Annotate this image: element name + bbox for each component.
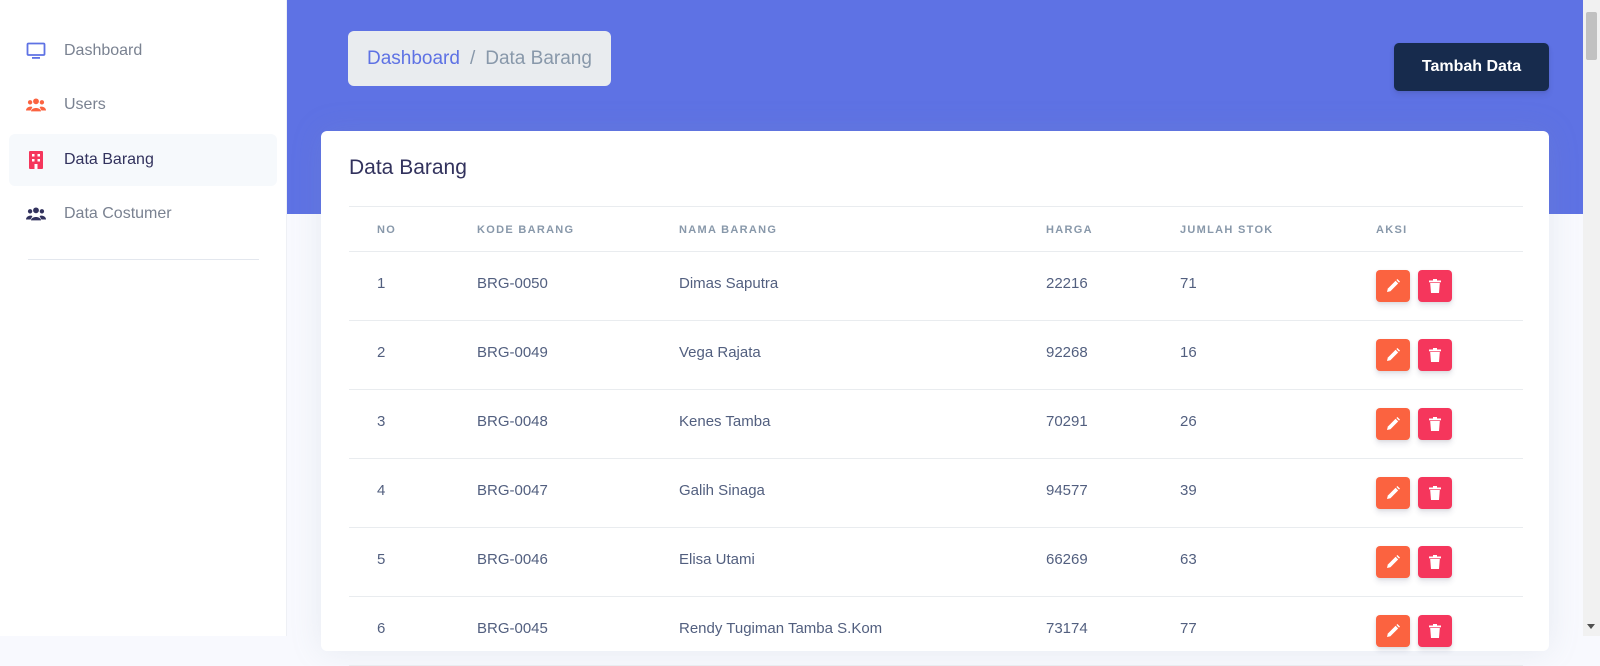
add-data-button[interactable]: Tambah Data [1394, 43, 1549, 91]
cell-no: 2 [377, 343, 386, 361]
table-header: NO KODE BARANG NAMA BARANG HARGA JUMLAH … [349, 206, 1523, 252]
sidebar-item-label: Data Costumer [64, 205, 172, 222]
edit-button[interactable] [1376, 546, 1410, 578]
cell-nama-barang: Vega Rajata [679, 343, 761, 361]
cell-no: 6 [377, 619, 386, 637]
pencil-icon [1386, 555, 1400, 569]
monitor-icon [26, 41, 46, 61]
cell-aksi [1376, 253, 1452, 319]
cell-jumlah-stok: 16 [1180, 343, 1197, 361]
table-row: 2 BRG-0049 Vega Rajata 92268 16 [349, 321, 1523, 390]
cell-harga: 66269 [1046, 550, 1088, 568]
cell-no: 5 [377, 550, 386, 568]
cell-kode-barang: BRG-0046 [477, 550, 548, 568]
column-header-jumlah-stok[interactable]: JUMLAH STOK [1180, 207, 1274, 253]
trash-icon [1429, 279, 1441, 293]
cell-aksi [1376, 598, 1452, 664]
cell-aksi [1376, 460, 1452, 526]
cell-kode-barang: BRG-0045 [477, 619, 548, 637]
delete-button[interactable] [1418, 408, 1452, 440]
cell-harga: 94577 [1046, 481, 1088, 499]
trash-icon [1429, 417, 1441, 431]
cell-nama-barang: Kenes Tamba [679, 412, 771, 430]
breadcrumb-home-link[interactable]: Dashboard [367, 48, 460, 70]
edit-button[interactable] [1376, 339, 1410, 371]
delete-button[interactable] [1418, 339, 1452, 371]
column-header-harga[interactable]: HARGA [1046, 207, 1093, 253]
cell-jumlah-stok: 77 [1180, 619, 1197, 637]
trash-icon [1429, 486, 1441, 500]
edit-button[interactable] [1376, 408, 1410, 440]
cell-jumlah-stok: 26 [1180, 412, 1197, 430]
column-header-no[interactable]: NO [377, 207, 396, 253]
cell-jumlah-stok: 71 [1180, 274, 1197, 292]
table-row: 6 BRG-0045 Rendy Tugiman Tamba S.Kom 73174 7… [349, 597, 1523, 666]
edit-button[interactable] [1376, 270, 1410, 302]
data-card: Data Barang NO KODE BARANG NAMA BARANG H… [321, 131, 1549, 666]
delete-button[interactable] [1418, 546, 1452, 578]
building-icon [26, 150, 46, 170]
users-icon [26, 204, 46, 224]
cell-harga: 92268 [1046, 343, 1088, 361]
cell-no: 1 [377, 274, 386, 292]
sidebar-item-label: Users [64, 96, 106, 113]
table-row: 4 BRG-0047 Galih Sinaga 94577 39 [349, 459, 1523, 528]
breadcrumb-current: Data Barang [485, 47, 592, 69]
cell-no: 3 [377, 412, 386, 430]
cell-aksi [1376, 391, 1452, 457]
breadcrumb: Dashboard / Data Barang [348, 31, 611, 86]
sidebar: Dashboard Users Data Barang Data Costume… [0, 0, 287, 636]
table-row: 1 BRG-0050 Dimas Saputra 22216 71 [349, 252, 1523, 321]
table-row: 3 BRG-0048 Kenes Tamba 70291 26 [349, 390, 1523, 459]
trash-icon [1429, 555, 1441, 569]
column-header-kode-barang[interactable]: KODE BARANG [477, 207, 574, 253]
pencil-icon [1386, 348, 1400, 362]
column-header-aksi: AKSI [1376, 224, 1408, 236]
users-icon [26, 95, 46, 115]
cell-kode-barang: BRG-0050 [477, 274, 548, 292]
sidebar-item-data-costumer[interactable]: Data Costumer [9, 188, 277, 240]
scroll-down-arrow[interactable] [1587, 624, 1595, 629]
cell-kode-barang: BRG-0048 [477, 412, 548, 430]
cell-kode-barang: BRG-0047 [477, 481, 548, 499]
cell-jumlah-stok: 63 [1180, 550, 1197, 568]
delete-button[interactable] [1418, 270, 1452, 302]
trash-icon [1429, 348, 1441, 362]
sidebar-divider [28, 259, 259, 260]
table-body: 1 BRG-0050 Dimas Saputra 22216 71 2 BRG-0049 Ve… [349, 252, 1523, 666]
cell-harga: 22216 [1046, 274, 1088, 292]
page-scrollbar[interactable] [1583, 0, 1600, 636]
cell-aksi [1376, 529, 1452, 595]
delete-button[interactable] [1418, 477, 1452, 509]
cell-nama-barang: Galih Sinaga [679, 481, 765, 499]
delete-button[interactable] [1418, 615, 1452, 647]
cell-aksi [1376, 322, 1452, 388]
sidebar-item-label: Data Barang [64, 151, 154, 168]
cell-harga: 70291 [1046, 412, 1088, 430]
breadcrumb-separator: / [469, 47, 476, 69]
column-header-nama-barang[interactable]: NAMA BARANG [679, 207, 777, 253]
pencil-icon [1386, 279, 1400, 293]
sidebar-item-users[interactable]: Users [9, 79, 277, 131]
scrollbar-thumb[interactable] [1586, 12, 1597, 60]
cell-harga: 73174 [1046, 619, 1088, 637]
cell-nama-barang: Dimas Saputra [679, 274, 779, 292]
cell-kode-barang: BRG-0049 [477, 343, 548, 361]
table-row: 5 BRG-0046 Elisa Utami 66269 63 [349, 528, 1523, 597]
pencil-icon [1386, 417, 1400, 431]
card-title: Data Barang [349, 156, 467, 179]
data-table: NO KODE BARANG NAMA BARANG HARGA JUMLAH … [349, 206, 1523, 666]
edit-button[interactable] [1376, 477, 1410, 509]
sidebar-item-dashboard[interactable]: Dashboard [9, 25, 277, 77]
cell-nama-barang: Rendy Tugiman Tamba S.Kom [679, 619, 883, 637]
cell-jumlah-stok: 39 [1180, 481, 1197, 499]
pencil-icon [1386, 486, 1400, 500]
cell-nama-barang: Elisa Utami [679, 550, 755, 568]
sidebar-item-data-barang[interactable]: Data Barang [9, 134, 277, 186]
cell-no: 4 [377, 481, 386, 499]
sidebar-item-label: Dashboard [64, 42, 143, 59]
edit-button[interactable] [1376, 615, 1410, 647]
